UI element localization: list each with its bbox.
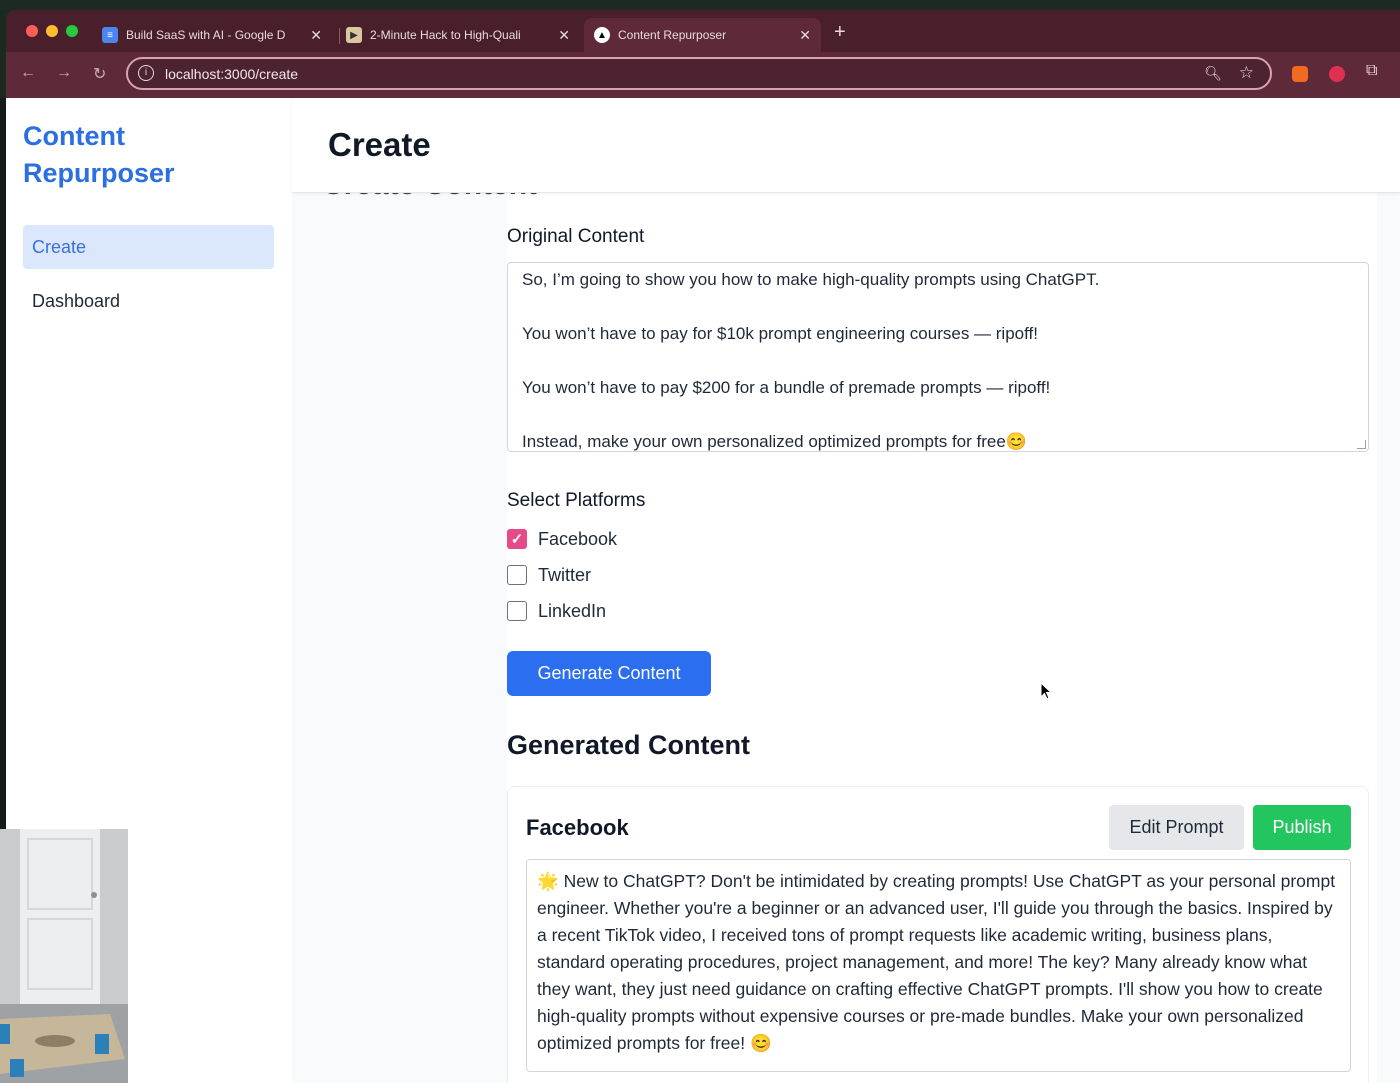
twitter-checkbox[interactable] [507, 565, 527, 585]
close-tab-icon[interactable]: ✕ [310, 27, 322, 44]
window-edge [0, 98, 6, 829]
toolbar: ← → ↻ i localhost:3000/create 🔍︎ ☆ ⧉ [6, 52, 1400, 98]
tab-title: 2-Minute Hack to High-Quali [370, 28, 521, 42]
zoom-icon[interactable]: 🔍︎ [1204, 65, 1222, 82]
original-content-textarea[interactable]: So, I’m going to show you how to make hi… [507, 262, 1369, 452]
page-header: Create [292, 98, 1400, 193]
publish-button[interactable]: Publish [1253, 805, 1351, 850]
brand-line-2: Repurposer [23, 158, 175, 188]
checkbox-label: Twitter [538, 564, 592, 585]
screen: ≡ Build SaaS with AI - Google D ✕ ▶ 2-Mi… [0, 0, 1400, 1083]
resize-handle[interactable] [1357, 440, 1366, 449]
tab-title: Build SaaS with AI - Google D [126, 28, 286, 42]
site-info-icon[interactable]: i [138, 65, 154, 81]
textarea-line: So, I’m going to show you how to make hi… [522, 270, 1100, 289]
extension-red-icon[interactable] [1329, 66, 1345, 82]
minimize-window-button[interactable] [46, 25, 58, 37]
card-title: Facebook [526, 815, 629, 840]
generated-content-heading: Generated Content [507, 730, 751, 760]
bookmark-star-icon[interactable]: ☆ [1239, 63, 1254, 83]
textarea-line [522, 293, 1354, 320]
textarea-line: You won’t have to pay for $10k prompt en… [522, 324, 1038, 343]
brand-line-1: Content [23, 121, 125, 151]
select-platforms-label: Select Platforms [507, 490, 646, 511]
page-title: Create [328, 126, 431, 163]
tab-title: Content Repurposer [618, 28, 727, 42]
facebook-checkbox[interactable]: ✓ [507, 529, 527, 549]
extension-orange-icon[interactable] [1292, 66, 1308, 82]
tab-google-docs[interactable]: ≡ Build SaaS with AI - Google D ✕ [102, 18, 332, 52]
mouse-cursor-icon [1040, 682, 1053, 700]
web-page: Content Repurposer Create Dashboard Crea… [6, 98, 1400, 1083]
checkbox-label: Facebook [538, 528, 618, 549]
sidebar-item-create[interactable]: Create [23, 225, 274, 269]
sidebar-item-dashboard[interactable]: Dashboard [23, 279, 274, 323]
tab-content-repurposer[interactable]: ▲ Content Repurposer ✕ [584, 18, 821, 52]
create-form: Original Content So, I’m going to show y… [507, 192, 1377, 1083]
platform-option-linkedin[interactable]: LinkedIn [507, 598, 606, 624]
close-tab-icon[interactable]: ✕ [558, 27, 570, 44]
textarea-line [522, 347, 1354, 374]
video-thumbnail-icon: ▶ [346, 27, 362, 43]
app-logo-icon: ▲ [594, 27, 610, 43]
textarea-line: Instead, make your own personalized opti… [522, 432, 1027, 451]
edit-prompt-button[interactable]: Edit Prompt [1109, 805, 1244, 850]
textarea-line: You won’t have to pay $200 for a bundle … [522, 378, 1051, 397]
google-docs-icon: ≡ [102, 27, 118, 43]
textarea-line [522, 401, 1354, 428]
tab-bar: ≡ Build SaaS with AI - Google D ✕ ▶ 2-Mi… [6, 10, 1400, 52]
platform-option-facebook[interactable]: ✓ Facebook [507, 526, 617, 552]
forward-icon[interactable]: → [56, 64, 72, 82]
original-content-label: Original Content [507, 226, 645, 247]
tab-separator [339, 28, 340, 44]
platform-option-twitter[interactable]: Twitter [507, 562, 591, 588]
tab-video[interactable]: ▶ 2-Minute Hack to High-Quali ✕ [346, 18, 580, 52]
address-bar[interactable]: i localhost:3000/create 🔍︎ ☆ [126, 57, 1272, 90]
url-text[interactable]: localhost:3000/create [165, 66, 298, 82]
extensions-puzzle-icon[interactable]: ⧉ [1366, 62, 1377, 80]
reload-icon[interactable]: ↻ [93, 64, 106, 84]
main-area: Create Create Content Original Content S… [292, 98, 1400, 1083]
brand-logo-text[interactable]: Content Repurposer [23, 118, 263, 192]
checkbox-label: LinkedIn [538, 600, 607, 621]
generated-text-area[interactable]: 🌟 New to ChatGPT? Don't be intimidated b… [526, 859, 1351, 1072]
new-tab-icon[interactable]: + [834, 21, 846, 44]
maximize-window-button[interactable] [66, 25, 78, 37]
webcam-overlay [0, 829, 128, 1083]
linkedin-checkbox[interactable] [507, 601, 527, 621]
browser-chrome: ≡ Build SaaS with AI - Google D ✕ ▶ 2-Mi… [6, 10, 1400, 98]
back-icon[interactable]: ← [20, 64, 36, 82]
generate-content-button[interactable]: Generate Content [507, 651, 711, 696]
close-tab-icon[interactable]: ✕ [799, 27, 811, 44]
desktop-strip [0, 0, 1400, 10]
webcam-scene-image [0, 829, 128, 1083]
generated-card-facebook: Facebook Edit Prompt Publish 🌟 New to Ch… [507, 786, 1369, 1083]
close-window-button[interactable] [26, 25, 38, 37]
